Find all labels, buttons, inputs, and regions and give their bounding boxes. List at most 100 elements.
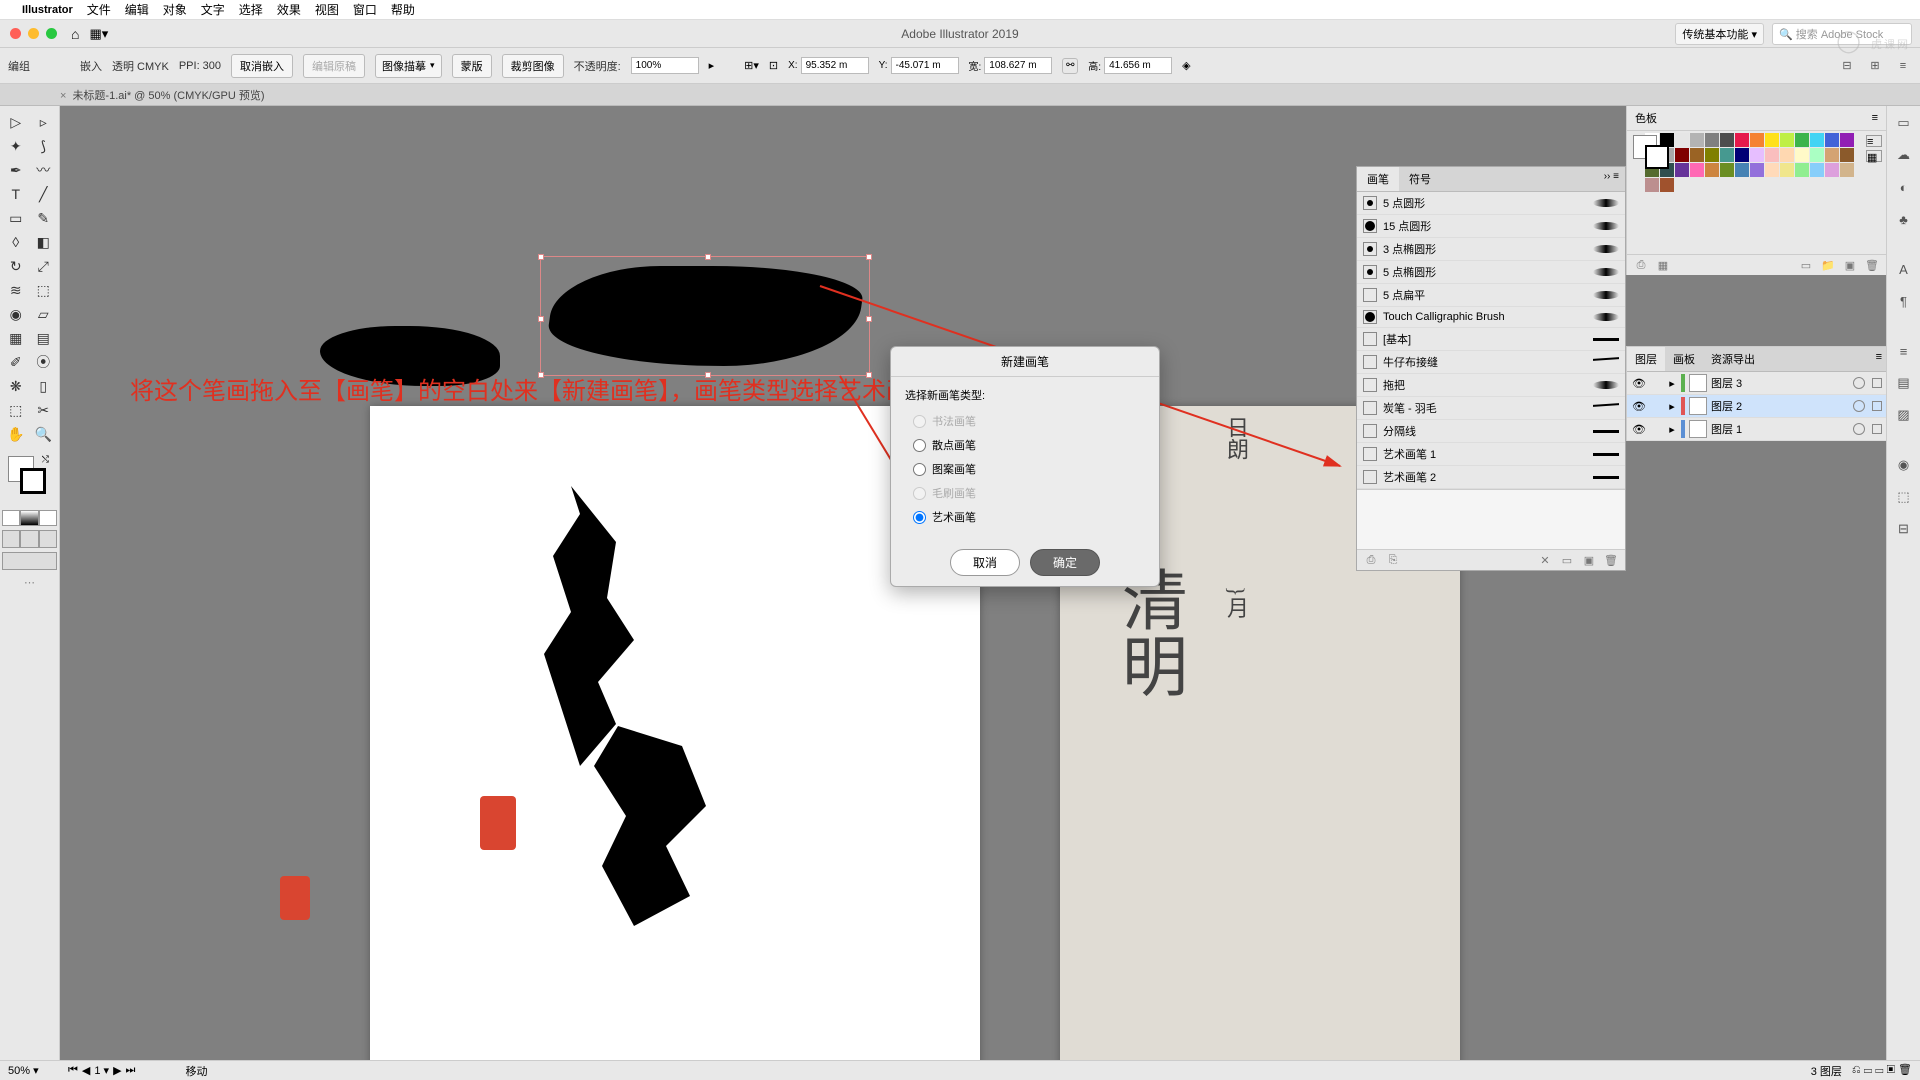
brush-item[interactable]: 3 点椭圆形: [1357, 238, 1625, 261]
swatch[interactable]: [1825, 163, 1839, 177]
new-swatch-icon[interactable]: ▣: [1842, 258, 1858, 272]
menu-file[interactable]: 文件: [87, 1, 111, 18]
blend-tool-icon[interactable]: ⦿: [30, 350, 58, 374]
swatch[interactable]: [1675, 133, 1689, 147]
select-indicator[interactable]: [1872, 401, 1882, 411]
layer-name[interactable]: 图层 3: [1711, 375, 1742, 391]
selection-handle[interactable]: [538, 254, 544, 260]
swatch-menu-icon[interactable]: ▦: [1655, 258, 1671, 272]
layer-item[interactable]: 👁▸图层 1: [1627, 418, 1886, 441]
brush-list[interactable]: 5 点圆形 15 点圆形 3 点椭圆形 5 点椭圆形 5 点扁平 Touch C…: [1357, 192, 1625, 489]
swatch[interactable]: [1690, 163, 1704, 177]
brush-libraries-menu-icon[interactable]: ⎘: [1385, 553, 1401, 567]
ok-button[interactable]: 确定: [1030, 549, 1100, 576]
swatch[interactable]: [1690, 133, 1704, 147]
perspective-tool-icon[interactable]: ▱: [30, 302, 58, 326]
target-icon[interactable]: [1853, 377, 1865, 389]
swatch[interactable]: [1720, 133, 1734, 147]
menu-select[interactable]: 选择: [239, 1, 263, 18]
swatch[interactable]: [1765, 148, 1779, 162]
magic-wand-tool-icon[interactable]: ✦: [2, 134, 30, 158]
brush-item[interactable]: 5 点圆形: [1357, 192, 1625, 215]
libraries-icon[interactable]: ☁: [1893, 144, 1915, 166]
swatch[interactable]: [1810, 163, 1824, 177]
shaper-tool-icon[interactable]: ◊: [2, 230, 30, 254]
tab-artboards[interactable]: 画板: [1665, 347, 1703, 371]
menu-window[interactable]: 窗口: [353, 1, 377, 18]
artboard-tool-icon[interactable]: ⬚: [2, 398, 30, 422]
brush-type-radio[interactable]: 图案画笔: [905, 457, 1145, 481]
minimize-icon[interactable]: [28, 28, 39, 39]
selection-bounds[interactable]: [540, 256, 870, 376]
swatch[interactable]: [1675, 163, 1689, 177]
swatch[interactable]: [1645, 178, 1659, 192]
brush-item[interactable]: 艺术画笔 2: [1357, 466, 1625, 489]
delete-swatch-icon[interactable]: 🗑: [1864, 258, 1880, 272]
brush-item[interactable]: 分隔线: [1357, 420, 1625, 443]
free-transform-tool-icon[interactable]: ⬚: [30, 278, 58, 302]
transparency-icon[interactable]: ▨: [1893, 404, 1915, 426]
next-artboard-icon[interactable]: ▶: [113, 1064, 121, 1077]
layer-name[interactable]: 图层 1: [1711, 421, 1742, 437]
stroke-icon[interactable]: ≡: [1893, 340, 1915, 362]
visibility-icon[interactable]: 👁: [1631, 423, 1647, 436]
status-icons[interactable]: ⎌ ▭ ▭ ▣ 🗑: [1852, 1063, 1912, 1079]
cancel-button[interactable]: 取消: [950, 549, 1020, 576]
menu-icon[interactable]: ≡: [1894, 57, 1912, 75]
menu-object[interactable]: 对象: [163, 1, 187, 18]
brush-options-icon[interactable]: ▭: [1559, 553, 1575, 567]
tab-asset-export[interactable]: 资源导出: [1703, 347, 1763, 371]
last-artboard-icon[interactable]: ⏭: [126, 1064, 136, 1077]
collapse-panel-icon[interactable]: ›› ≡: [1598, 167, 1625, 191]
swatch[interactable]: [1840, 133, 1854, 147]
visibility-icon[interactable]: 👁: [1631, 400, 1647, 413]
stroke-swatch[interactable]: [20, 468, 46, 494]
zoom-dropdown[interactable]: 50% ▾: [8, 1064, 58, 1077]
gradient-icon[interactable]: ▤: [1893, 372, 1915, 394]
properties-icon[interactable]: ▭: [1893, 112, 1915, 134]
selection-tool-icon[interactable]: ▷: [2, 110, 30, 134]
new-brush-icon[interactable]: ▣: [1581, 553, 1597, 567]
unembed-button[interactable]: 取消嵌入: [231, 54, 293, 78]
brush-item[interactable]: 拖把: [1357, 374, 1625, 397]
brush-item[interactable]: [基本]: [1357, 328, 1625, 351]
swatch[interactable]: [1705, 163, 1719, 177]
symbol-tool-icon[interactable]: ❋: [2, 374, 30, 398]
swatch[interactable]: [1825, 148, 1839, 162]
brush-item[interactable]: Touch Calligraphic Brush: [1357, 307, 1625, 328]
swatch[interactable]: [1780, 133, 1794, 147]
swatch[interactable]: [1840, 163, 1854, 177]
brushes-panel[interactable]: 画笔 符号 ›› ≡ 5 点圆形 15 点圆形 3 点椭圆形 5 点椭圆形 5 …: [1356, 166, 1626, 571]
swatch[interactable]: [1750, 148, 1764, 162]
swatch[interactable]: [1720, 163, 1734, 177]
draw-behind-icon[interactable]: [20, 530, 38, 548]
line-tool-icon[interactable]: ╱: [30, 182, 58, 206]
target-icon[interactable]: [1853, 423, 1865, 435]
character-icon[interactable]: A: [1893, 258, 1915, 280]
swatch[interactable]: [1795, 148, 1809, 162]
brush-item[interactable]: 15 点圆形: [1357, 215, 1625, 238]
fill-stroke-indicator[interactable]: ⤭: [2, 452, 57, 508]
fullscreen-icon[interactable]: [46, 28, 57, 39]
graphic-styles-icon[interactable]: ⬚: [1893, 486, 1915, 508]
h-input[interactable]: [1104, 57, 1172, 74]
type-tool-icon[interactable]: T: [2, 182, 30, 206]
align-icon[interactable]: ⊞▾: [744, 59, 759, 72]
target-icon[interactable]: [1853, 400, 1865, 412]
thumb-view-icon[interactable]: ▦: [1866, 150, 1882, 162]
menu-view[interactable]: 视图: [315, 1, 339, 18]
width-tool-icon[interactable]: ≋: [2, 278, 30, 302]
swatch[interactable]: [1750, 163, 1764, 177]
expand-icon[interactable]: ▸: [1667, 377, 1677, 390]
scale-tool-icon[interactable]: ⤢: [30, 254, 58, 278]
rectangle-tool-icon[interactable]: ▭: [2, 206, 30, 230]
stroke-proxy[interactable]: [1645, 145, 1669, 169]
layer-item[interactable]: 👁▸图层 3: [1627, 372, 1886, 395]
mask-button[interactable]: 蒙版: [452, 54, 492, 78]
remove-stroke-icon[interactable]: ✕: [1537, 553, 1553, 567]
new-group-icon[interactable]: 📁: [1820, 258, 1836, 272]
list-view-icon[interactable]: ≡: [1866, 135, 1882, 147]
color-guide-icon[interactable]: ♣: [1893, 208, 1915, 230]
swatch[interactable]: [1720, 148, 1734, 162]
first-artboard-icon[interactable]: ⏮: [68, 1064, 78, 1077]
